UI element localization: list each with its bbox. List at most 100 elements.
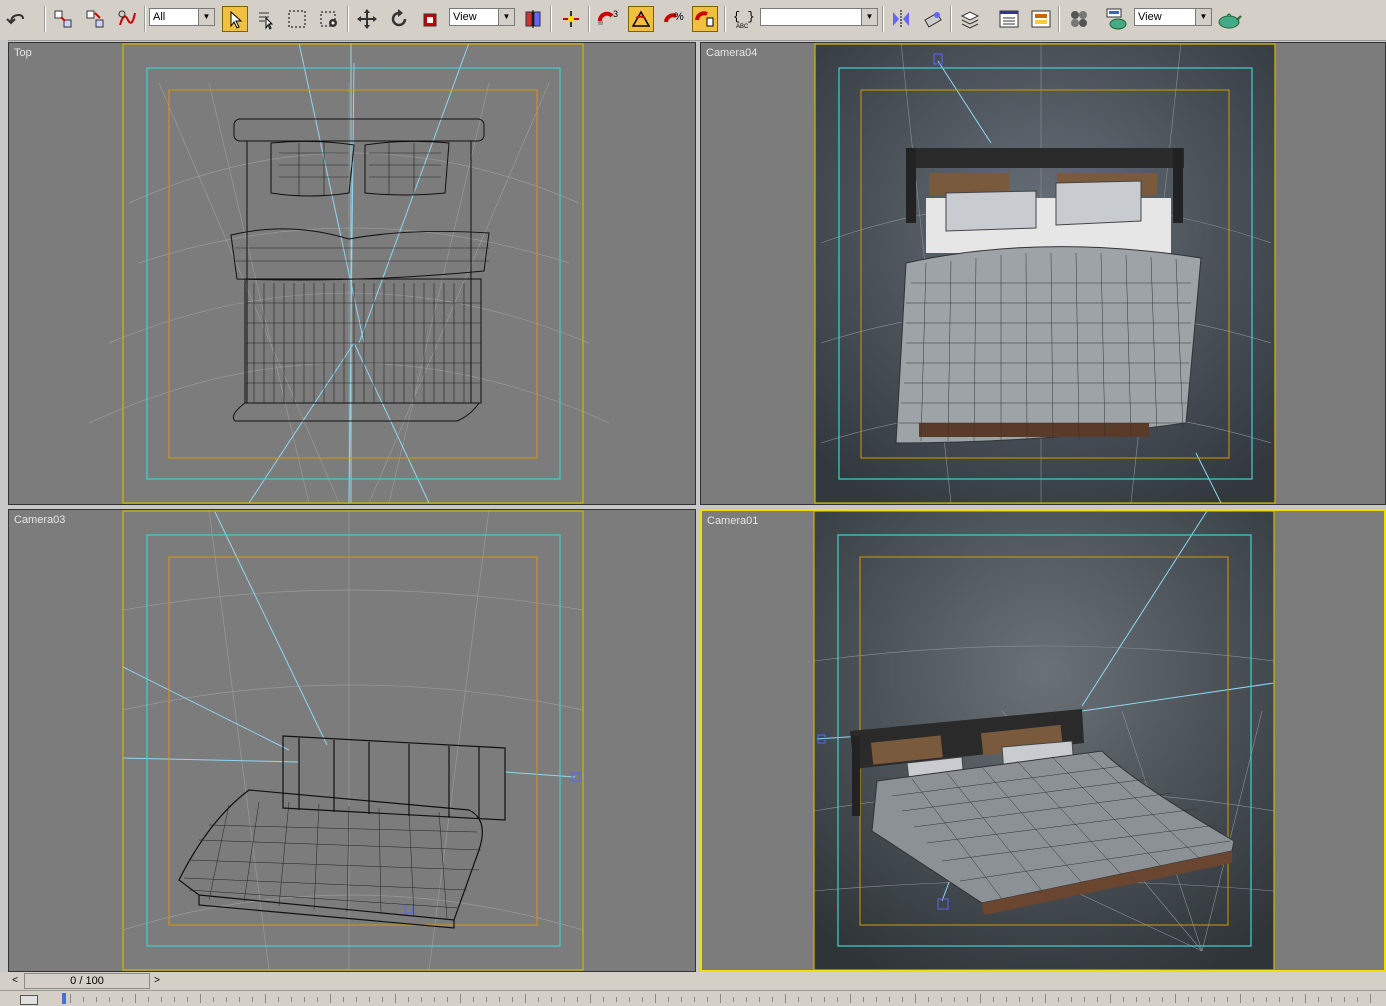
track-tick bbox=[265, 994, 266, 1003]
track-tick bbox=[733, 997, 734, 1002]
track-tick bbox=[486, 997, 487, 1002]
viewport-camera03[interactable]: Camera03 bbox=[8, 509, 696, 972]
track-tick bbox=[759, 997, 760, 1002]
viewport-camera04-scene bbox=[814, 43, 1276, 504]
chevron-down-icon: ▼ bbox=[498, 9, 514, 25]
angle-snap-icon[interactable] bbox=[628, 6, 654, 32]
toolbar-separator bbox=[724, 6, 726, 32]
time-slider[interactable]: 0 / 100 bbox=[24, 973, 150, 989]
track-tick bbox=[746, 997, 747, 1002]
svg-text:{ }: { } bbox=[733, 10, 755, 24]
track-tick bbox=[278, 997, 279, 1002]
schematic-view-icon[interactable] bbox=[1028, 6, 1054, 32]
move-icon[interactable] bbox=[354, 6, 380, 32]
track-tick bbox=[1084, 997, 1085, 1002]
track-tick bbox=[291, 997, 292, 1002]
undo-icon[interactable] bbox=[2, 6, 28, 32]
viewport-camera04[interactable]: Camera04 bbox=[700, 42, 1386, 505]
track-tick bbox=[668, 997, 669, 1002]
key-filter-icon[interactable] bbox=[20, 995, 38, 1005]
percent-snap-icon[interactable]: % bbox=[660, 6, 686, 32]
track-tick bbox=[174, 997, 175, 1002]
track-tick bbox=[1019, 997, 1020, 1002]
reference-coordinate-value: View bbox=[453, 11, 477, 23]
left-edge-panel bbox=[0, 40, 8, 972]
manipulate-icon[interactable] bbox=[558, 6, 584, 32]
curve-editor-icon[interactable] bbox=[996, 6, 1022, 32]
bind-spacewarp-icon[interactable] bbox=[114, 6, 140, 32]
layer-icon[interactable] bbox=[957, 6, 983, 32]
svg-text:ABC: ABC bbox=[736, 24, 749, 30]
unlink-icon[interactable] bbox=[82, 6, 108, 32]
track-tick bbox=[226, 997, 227, 1002]
link-icon[interactable] bbox=[50, 6, 76, 32]
viewport-label[interactable]: Camera04 bbox=[706, 47, 757, 59]
render-setup-icon[interactable] bbox=[1104, 6, 1130, 32]
track-tick bbox=[564, 997, 565, 1002]
track-tick bbox=[915, 994, 916, 1003]
select-object-icon[interactable] bbox=[222, 6, 248, 32]
track-tick bbox=[356, 997, 357, 1002]
align-icon[interactable] bbox=[920, 6, 946, 32]
track-tick bbox=[187, 997, 188, 1002]
main-toolbar: All ▼ View ▼ 3 % {} ABC ▼ View ▼ bbox=[0, 0, 1386, 41]
track-tick bbox=[83, 997, 84, 1002]
track-tick bbox=[681, 997, 682, 1002]
track-tick bbox=[96, 997, 97, 1002]
rotate-icon[interactable] bbox=[386, 6, 412, 32]
viewport-top-scene bbox=[88, 43, 610, 504]
render-type-dropdown[interactable]: View ▼ bbox=[1134, 8, 1212, 26]
selection-filter-dropdown[interactable]: All ▼ bbox=[149, 8, 215, 26]
track-tick bbox=[460, 994, 461, 1003]
track-tick bbox=[148, 997, 149, 1002]
track-tick bbox=[1253, 997, 1254, 1002]
pivot-center-icon[interactable] bbox=[520, 6, 546, 32]
scale-icon[interactable] bbox=[418, 6, 444, 32]
viewport-camera03-scene bbox=[122, 510, 584, 971]
viewport-top[interactable]: Top bbox=[8, 42, 696, 505]
current-frame-marker[interactable] bbox=[62, 993, 66, 1004]
quick-render-icon[interactable] bbox=[1216, 6, 1242, 32]
track-tick bbox=[642, 997, 643, 1002]
track-tick bbox=[447, 997, 448, 1002]
track-tick bbox=[577, 997, 578, 1002]
toolbar-separator bbox=[550, 6, 552, 32]
named-selection-dropdown[interactable]: ▼ bbox=[760, 8, 878, 26]
reference-coordinate-dropdown[interactable]: View ▼ bbox=[449, 8, 515, 26]
chevron-down-icon: ▼ bbox=[1195, 9, 1211, 25]
svg-text:%: % bbox=[674, 11, 684, 23]
viewport-label[interactable]: Camera01 bbox=[707, 515, 758, 527]
track-tick bbox=[863, 997, 864, 1002]
track-tick bbox=[408, 997, 409, 1002]
track-tick bbox=[1305, 994, 1306, 1003]
spinner-snap-icon[interactable] bbox=[692, 6, 718, 32]
select-by-name-icon[interactable] bbox=[252, 6, 278, 32]
track-tick bbox=[889, 997, 890, 1002]
track-bar[interactable] bbox=[0, 990, 1386, 1006]
track-tick bbox=[707, 997, 708, 1002]
track-tick bbox=[720, 994, 721, 1003]
track-tick bbox=[1344, 997, 1345, 1002]
track-tick bbox=[1110, 994, 1111, 1003]
track-tick bbox=[902, 997, 903, 1002]
snap-3d-icon[interactable]: 3 bbox=[596, 6, 622, 32]
track-tick bbox=[317, 997, 318, 1002]
track-tick bbox=[655, 994, 656, 1003]
render-type-value: View bbox=[1138, 11, 1162, 23]
time-slider-prev-button[interactable]: < bbox=[8, 973, 22, 989]
time-slider-next-button[interactable]: > bbox=[150, 973, 164, 989]
viewport-label[interactable]: Camera03 bbox=[14, 514, 65, 526]
viewport-camera01[interactable]: Camera01 bbox=[700, 509, 1386, 972]
material-editor-icon[interactable] bbox=[1066, 6, 1092, 32]
track-tick bbox=[590, 994, 591, 1003]
rectangular-selection-icon[interactable] bbox=[284, 6, 310, 32]
track-tick bbox=[928, 997, 929, 1002]
toolbar-separator bbox=[144, 6, 146, 32]
mirror-icon[interactable] bbox=[888, 6, 914, 32]
edit-named-selection-icon[interactable]: { } ABC bbox=[730, 6, 756, 32]
track-tick bbox=[811, 997, 812, 1002]
window-crossing-icon[interactable] bbox=[316, 6, 342, 32]
viewport-label[interactable]: Top bbox=[14, 47, 32, 59]
track-tick bbox=[785, 994, 786, 1003]
track-tick bbox=[1149, 997, 1150, 1002]
